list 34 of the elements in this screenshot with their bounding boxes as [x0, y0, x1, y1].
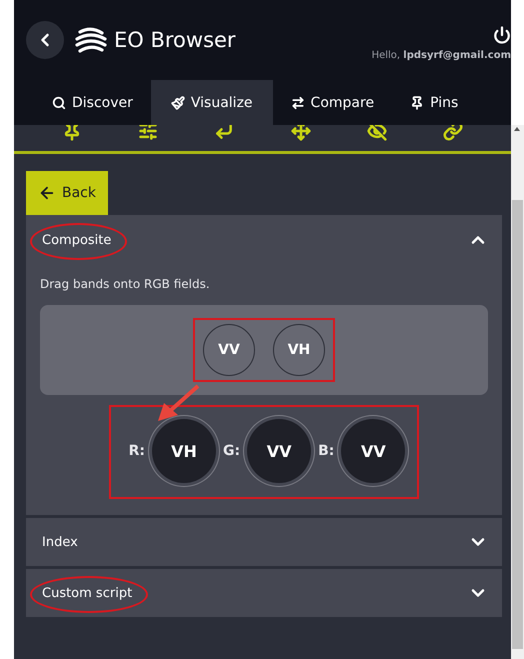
- section-title: Index: [42, 534, 78, 550]
- rgb-slot[interactable]: VH: [152, 419, 216, 483]
- section-title: Composite: [42, 232, 112, 248]
- app-title: EO Browser: [114, 28, 236, 52]
- search-icon: [52, 96, 66, 110]
- nav-tab[interactable]: Compare: [272, 80, 392, 125]
- hint-text: Drag bands onto RGB fields.: [40, 277, 210, 291]
- power-icon[interactable]: [493, 26, 511, 44]
- pin-icon: [410, 96, 424, 110]
- nav-tab[interactable]: Pins: [392, 80, 476, 125]
- channel-label: R:: [128, 443, 145, 459]
- section-header[interactable]: Index: [26, 518, 502, 566]
- band-chip[interactable]: VV: [203, 324, 255, 376]
- return-arrow-icon[interactable]: [214, 125, 234, 141]
- sliders-icon[interactable]: [138, 125, 158, 141]
- nav-tab[interactable]: Discover: [34, 80, 151, 125]
- section-header[interactable]: Custom script: [26, 569, 502, 617]
- back-button[interactable]: Back: [26, 171, 108, 215]
- rgb-slot[interactable]: VV: [247, 419, 312, 483]
- move-arrows-icon[interactable]: [290, 125, 311, 141]
- scrollbar[interactable]: [511, 125, 524, 659]
- link-icon[interactable]: [442, 125, 463, 141]
- swap-arrows-icon: [290, 96, 305, 110]
- section-title: Custom script: [42, 586, 132, 600]
- section-header[interactable]: Composite: [26, 215, 502, 265]
- back-button[interactable]: [26, 21, 64, 59]
- rgb-slot[interactable]: VV: [341, 419, 406, 483]
- channel-label: B:: [318, 443, 334, 459]
- eye-off-icon[interactable]: [366, 125, 387, 141]
- user-greeting: Hello, lpdsyrf@gmail.com: [372, 50, 511, 60]
- channel-label: G:: [223, 443, 240, 459]
- band-chip[interactable]: VH: [273, 324, 325, 376]
- brush-icon: [170, 96, 185, 110]
- nav-tab[interactable]: Visualize: [150, 80, 273, 125]
